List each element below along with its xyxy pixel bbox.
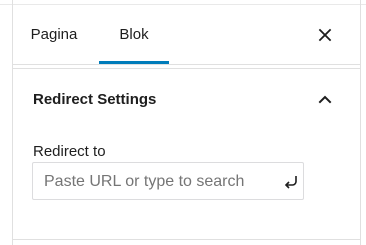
chevron-up-icon	[313, 89, 337, 109]
frame-right-line	[360, 0, 361, 245]
block-settings-sidebar: Pagina Blok Redirect Settings Redirect t…	[0, 0, 366, 245]
frame-bottom-line	[12, 239, 361, 240]
redirect-url-input[interactable]: Paste URL or type to search	[32, 162, 304, 200]
tab-pagina-label: Pagina	[30, 26, 78, 43]
close-icon	[311, 21, 339, 49]
tab-blok[interactable]: Blok	[99, 5, 169, 64]
sidebar-tabs: Pagina Blok	[13, 5, 360, 64]
tab-pagina[interactable]: Pagina	[19, 5, 89, 64]
tabs-divider	[13, 64, 360, 65]
keyboard-return-icon[interactable]	[281, 172, 301, 192]
redirect-url-placeholder: Paste URL or type to search	[44, 173, 245, 190]
redirect-settings-panel-toggle[interactable]: Redirect Settings	[13, 69, 360, 131]
tab-blok-label: Blok	[119, 26, 149, 43]
close-button[interactable]	[311, 21, 339, 49]
panel-title: Redirect Settings	[33, 91, 157, 108]
redirect-to-label: Redirect to	[33, 143, 106, 160]
